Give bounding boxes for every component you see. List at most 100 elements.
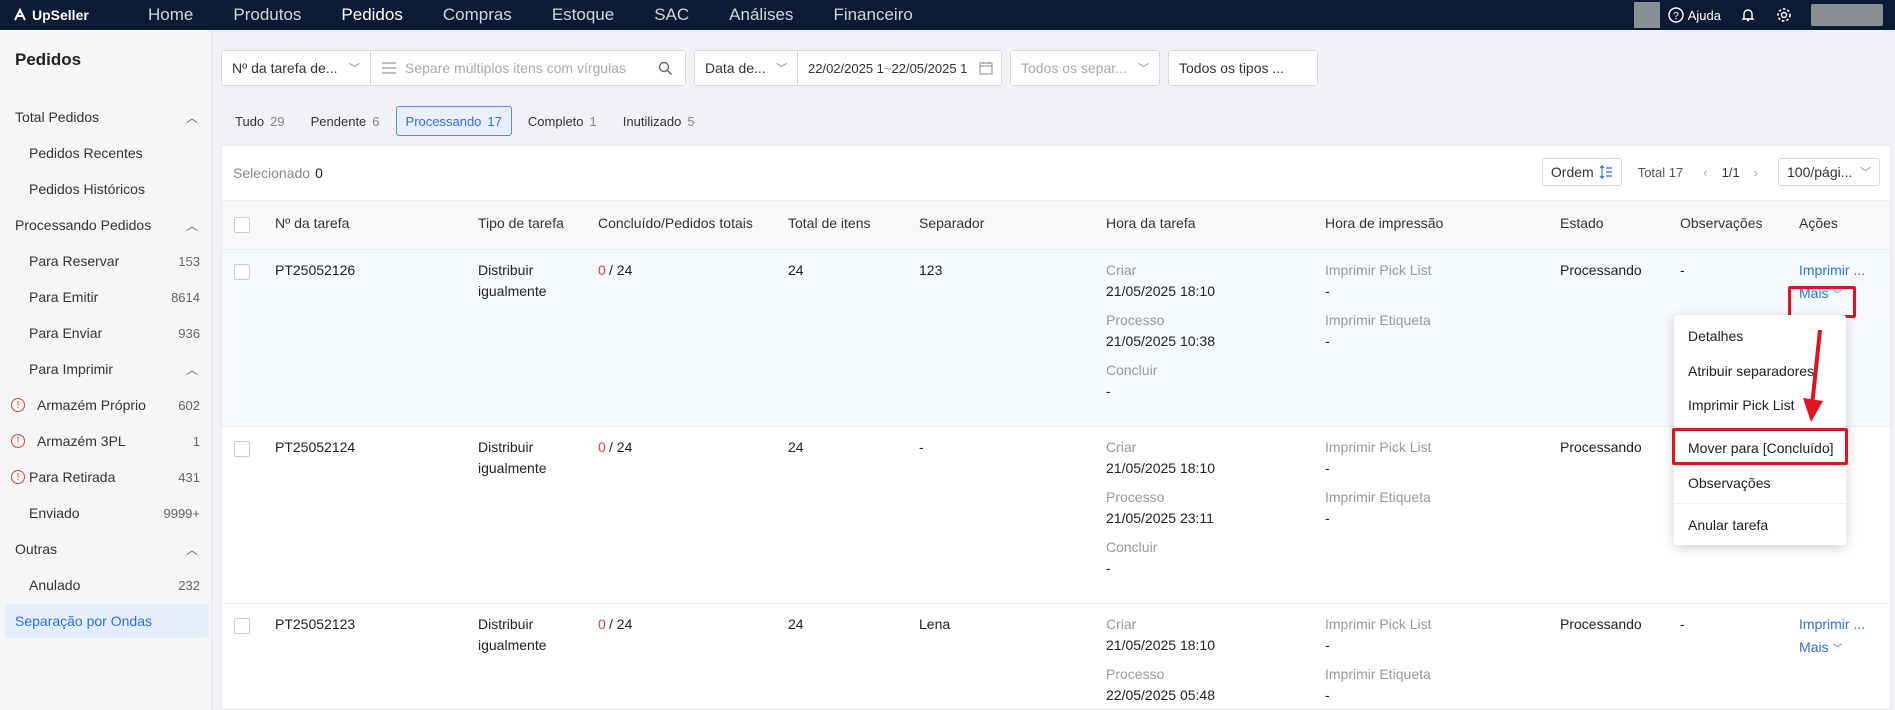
sidebar-item-emitir[interactable]: Para Emitir 8614 bbox=[0, 280, 212, 314]
nav-produtos[interactable]: Produtos bbox=[233, 5, 301, 25]
task-number-select[interactable]: Nº da tarefa de... ﹀ bbox=[221, 50, 371, 86]
sidebar-item-label: Armazém Próprio bbox=[37, 397, 146, 413]
tab-count: 5 bbox=[687, 113, 695, 129]
row-checkbox[interactable] bbox=[234, 441, 250, 457]
tab-tudo[interactable]: Tudo 29 bbox=[225, 106, 295, 136]
task-number[interactable]: PT25052123 bbox=[275, 614, 355, 635]
sidebar-item-enviado[interactable]: Enviado 9999+ bbox=[0, 496, 212, 530]
menu-item-mover-concluido[interactable]: Mover para [Concluído] bbox=[1674, 432, 1846, 464]
gear-icon[interactable] bbox=[1775, 6, 1793, 24]
sidebar-group-outras[interactable]: Outras ︿ bbox=[0, 532, 212, 566]
conclude-time: - bbox=[1106, 560, 1111, 576]
nav-pedidos[interactable]: Pedidos bbox=[341, 5, 402, 25]
search-input[interactable]: Separe múltiplos itens com vírgulas bbox=[370, 50, 686, 86]
total-count: Total 17 bbox=[1637, 164, 1684, 180]
separator-select[interactable]: Todos os separ... ﹀ bbox=[1010, 50, 1160, 86]
menu-item-observacoes[interactable]: Observações bbox=[1674, 467, 1846, 499]
tab-pendente[interactable]: Pendente 6 bbox=[301, 106, 390, 136]
help-button[interactable]: ? Ajuda bbox=[1668, 7, 1721, 23]
sidebar-item-count: 232 bbox=[178, 577, 200, 593]
sidebar-item-label: Anulado bbox=[29, 577, 81, 593]
table-header: Nº da tarefa Tipo de tarefa Concluído/Pe… bbox=[222, 200, 1890, 250]
sidebar: Pedidos Total Pedidos ︿ Pedidos Recentes … bbox=[0, 30, 212, 710]
process-label: Processo bbox=[1106, 312, 1165, 328]
task-type-select[interactable]: Todos os tipos ... bbox=[1168, 50, 1318, 86]
sidebar-item-imprimir[interactable]: Para Imprimir ︿ bbox=[0, 352, 212, 386]
nav-sac[interactable]: SAC bbox=[654, 5, 689, 25]
tasks-table-panel: Selecionado 0 Ordem Total 17 ‹ 1/1 › 100/… bbox=[221, 145, 1891, 710]
done-count: 0 bbox=[598, 439, 606, 455]
sidebar-item-count: 431 bbox=[178, 469, 200, 485]
sort-order-button[interactable]: Ordem bbox=[1541, 158, 1622, 186]
task-type-select-value: Todos os tipos ... bbox=[1179, 60, 1285, 76]
help-icon: ? bbox=[1668, 7, 1684, 23]
more-actions-label: Mais bbox=[1799, 285, 1829, 301]
date-type-select[interactable]: Data de... ﹀ bbox=[694, 50, 798, 86]
user-account[interactable] bbox=[1811, 4, 1883, 26]
sidebar-item-anulado[interactable]: Anulado 232 bbox=[0, 568, 212, 602]
sidebar-item-retirada[interactable]: ! Para Retirada 431 bbox=[0, 460, 212, 494]
sidebar-item-armazem-3pl[interactable]: ! Armazém 3PL 1 bbox=[0, 424, 212, 458]
brand-logo-icon bbox=[14, 7, 26, 21]
sidebar-item-enviar[interactable]: Para Enviar 936 bbox=[0, 316, 212, 350]
sidebar-item-label: Armazém 3PL bbox=[37, 433, 126, 449]
more-actions-button[interactable]: Mais ﹀ bbox=[1799, 283, 1842, 306]
task-number[interactable]: PT25052124 bbox=[275, 437, 355, 458]
print-action-link[interactable]: Imprimir ... bbox=[1799, 260, 1865, 281]
more-actions-label: Mais bbox=[1799, 639, 1829, 655]
sidebar-item-separacao-ondas[interactable]: Separação por Ondas bbox=[5, 604, 209, 638]
column-header-task-type: Tipo de tarefa bbox=[478, 215, 564, 231]
sidebar-item-count: 8614 bbox=[171, 289, 200, 305]
page-indicator: 1/1 bbox=[1721, 164, 1740, 180]
search-icon[interactable] bbox=[658, 61, 673, 76]
nav-estoque[interactable]: Estoque bbox=[552, 5, 614, 25]
select-all-checkbox[interactable] bbox=[234, 217, 250, 233]
nav-compras[interactable]: Compras bbox=[443, 5, 512, 25]
menu-divider bbox=[1674, 503, 1846, 504]
tab-completo[interactable]: Completo 1 bbox=[518, 106, 607, 136]
pagination: Ordem Total 17 ‹ 1/1 › 100/pági... ﹀ bbox=[1541, 158, 1880, 186]
row-checkbox[interactable] bbox=[234, 618, 250, 634]
chevron-down-icon: ﹀ bbox=[1138, 63, 1149, 75]
brand-logo[interactable]: UpSeller bbox=[12, 7, 120, 23]
label-print-label: Imprimir Etiqueta bbox=[1325, 489, 1431, 505]
nav-analises[interactable]: Análises bbox=[729, 5, 793, 25]
sidebar-item-armazem-proprio[interactable]: ! Armazém Próprio 602 bbox=[0, 388, 212, 422]
created-label: Criar bbox=[1106, 439, 1137, 455]
sidebar-item-historicos[interactable]: Pedidos Históricos bbox=[0, 172, 212, 206]
shop-avatar[interactable] bbox=[1633, 2, 1660, 28]
task-notes: - bbox=[1680, 262, 1685, 278]
process-label: Processo bbox=[1106, 489, 1165, 505]
more-actions-button[interactable]: Mais ﹀ bbox=[1799, 637, 1842, 660]
task-state: Processando bbox=[1560, 616, 1642, 632]
task-number[interactable]: PT25052126 bbox=[275, 260, 355, 281]
nav-financeiro[interactable]: Financeiro bbox=[833, 5, 912, 25]
print-action-link[interactable]: Imprimir ... bbox=[1799, 614, 1865, 635]
bell-icon[interactable] bbox=[1739, 6, 1757, 24]
top-navigation-bar: UpSeller Home Produtos Pedidos Compras E… bbox=[0, 0, 1895, 30]
row-checkbox[interactable] bbox=[234, 264, 250, 280]
menu-item-anular-tarefa[interactable]: Anular tarefa bbox=[1674, 509, 1846, 541]
sidebar-item-count: 602 bbox=[178, 397, 200, 413]
next-page-icon[interactable]: › bbox=[1754, 165, 1758, 180]
conclude-time: - bbox=[1106, 383, 1111, 399]
sidebar-item-recentes[interactable]: Pedidos Recentes bbox=[0, 136, 212, 170]
task-notes: - bbox=[1680, 616, 1685, 632]
task-state: Processando bbox=[1560, 262, 1642, 278]
help-label: Ajuda bbox=[1687, 7, 1721, 23]
warning-icon: ! bbox=[11, 398, 25, 412]
separator-name: 123 bbox=[919, 262, 943, 278]
tab-processando[interactable]: Processando 17 bbox=[395, 106, 512, 136]
prev-page-icon[interactable]: ‹ bbox=[1703, 165, 1707, 180]
tab-inutilizado[interactable]: Inutilizado 5 bbox=[613, 106, 705, 136]
date-range-picker[interactable]: 22/02/2025 1 ~22/05/2025 1 bbox=[797, 50, 1002, 86]
nav-home[interactable]: Home bbox=[148, 5, 193, 25]
sidebar-item-reservar[interactable]: Para Reservar 153 bbox=[0, 244, 212, 278]
total-orders: / 24 bbox=[609, 262, 633, 278]
column-header-total-items: Total de itens bbox=[788, 215, 871, 231]
conclude-label: Concluir bbox=[1106, 539, 1158, 555]
per-page-select[interactable]: 100/pági... ﹀ bbox=[1778, 158, 1880, 186]
sidebar-group-total[interactable]: Total Pedidos ︿ bbox=[0, 100, 212, 134]
sidebar-group-processando[interactable]: Processando Pedidos ︿ bbox=[0, 208, 212, 242]
created-time: 21/05/2025 18:10 bbox=[1106, 283, 1215, 299]
